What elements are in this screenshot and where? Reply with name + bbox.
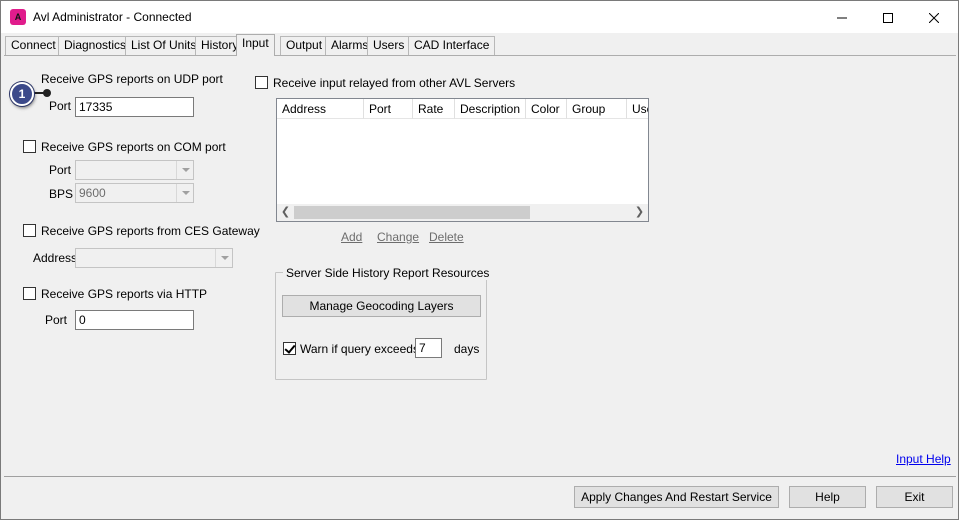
warn-checkbox[interactable] bbox=[283, 342, 296, 355]
http-port-label: Port bbox=[45, 313, 68, 327]
callout-badge: 1 bbox=[10, 82, 34, 106]
delete-link[interactable]: Delete bbox=[429, 230, 464, 244]
http-checkbox[interactable] bbox=[23, 287, 36, 300]
chevron-down-icon bbox=[215, 249, 232, 267]
history-resources-group bbox=[275, 272, 487, 380]
com-bps-value: 9600 bbox=[79, 186, 106, 200]
maximize-icon bbox=[883, 12, 893, 23]
com-bps-select[interactable]: 9600 bbox=[75, 183, 194, 203]
app-window: A Avl Administrator - Connected Connect … bbox=[0, 0, 959, 520]
relay-label: Receive input relayed from other AVL Ser… bbox=[273, 76, 516, 90]
app-icon: A bbox=[10, 9, 26, 25]
footer-divider bbox=[4, 476, 956, 477]
ces-address-select[interactable] bbox=[75, 248, 233, 268]
warn-unit: days bbox=[454, 342, 480, 356]
chevron-down-icon bbox=[176, 161, 193, 179]
http-port-input[interactable]: 0 bbox=[75, 310, 194, 330]
relay-checkbox[interactable] bbox=[255, 76, 268, 89]
ces-address-label: Address bbox=[33, 251, 78, 265]
scroll-right-icon[interactable]: ❯ bbox=[631, 204, 648, 221]
scroll-left-icon[interactable]: ❮ bbox=[277, 204, 294, 221]
http-label: Receive GPS reports via HTTP bbox=[41, 287, 208, 301]
tab-cad-interface[interactable]: CAD Interface bbox=[408, 36, 496, 55]
com-label: Receive GPS reports on COM port bbox=[41, 140, 226, 154]
exit-button[interactable]: Exit bbox=[876, 486, 953, 508]
tab-users[interactable]: Users bbox=[367, 36, 411, 55]
com-port-label: Port bbox=[49, 163, 72, 177]
close-icon bbox=[928, 12, 940, 24]
tab-connect[interactable]: Connect bbox=[5, 36, 62, 55]
minimize-button[interactable] bbox=[819, 1, 865, 33]
tab-diagnostics[interactable]: Diagnostics bbox=[58, 36, 133, 55]
com-port-select[interactable] bbox=[75, 160, 194, 180]
udp-port-label: Port bbox=[49, 99, 72, 113]
callout-dot bbox=[43, 89, 51, 97]
change-link[interactable]: Change bbox=[377, 230, 419, 244]
list-header: Address Port Rate Description Color Grou… bbox=[277, 99, 648, 119]
manage-geocoding-button[interactable]: Manage Geocoding Layers bbox=[282, 295, 481, 317]
column-port[interactable]: Port bbox=[364, 99, 413, 119]
column-rate[interactable]: Rate bbox=[413, 99, 455, 119]
column-address[interactable]: Address bbox=[277, 99, 364, 119]
window-title: Avl Administrator - Connected bbox=[33, 10, 192, 24]
ces-checkbox[interactable] bbox=[23, 224, 36, 237]
title-bar: A Avl Administrator - Connected bbox=[1, 1, 958, 33]
warn-label: Warn if query exceeds bbox=[300, 342, 419, 356]
tab-list-of-units[interactable]: List Of Units bbox=[125, 36, 203, 55]
apply-restart-button[interactable]: Apply Changes And Restart Service bbox=[574, 486, 779, 508]
com-checkbox[interactable] bbox=[23, 140, 36, 153]
column-description[interactable]: Description bbox=[455, 99, 526, 119]
com-bps-label: BPS bbox=[49, 187, 74, 201]
udp-port-input[interactable]: 17335 bbox=[75, 97, 194, 117]
udp-label: Receive GPS reports on UDP port bbox=[41, 72, 223, 86]
minimize-icon bbox=[837, 17, 847, 19]
add-link[interactable]: Add bbox=[341, 230, 362, 244]
group-title: Server Side History Report Resources bbox=[283, 266, 493, 280]
column-use[interactable]: Use bbox=[627, 99, 648, 119]
horizontal-scrollbar[interactable]: ❮ ❯ bbox=[277, 204, 648, 221]
help-button[interactable]: Help bbox=[789, 486, 866, 508]
column-group[interactable]: Group bbox=[567, 99, 627, 119]
ces-label: Receive GPS reports from CES Gateway bbox=[41, 224, 260, 238]
tab-output[interactable]: Output bbox=[280, 36, 329, 55]
column-color[interactable]: Color bbox=[526, 99, 567, 119]
close-button[interactable] bbox=[911, 1, 957, 33]
chevron-down-icon bbox=[176, 184, 193, 202]
relay-servers-list[interactable]: Address Port Rate Description Color Grou… bbox=[276, 98, 649, 222]
input-help-link[interactable]: Input Help bbox=[896, 452, 951, 466]
warn-days-input[interactable]: 7 bbox=[415, 338, 442, 358]
tab-input[interactable]: Input bbox=[236, 34, 275, 56]
scrollbar-thumb[interactable] bbox=[294, 206, 530, 219]
maximize-button[interactable] bbox=[865, 1, 911, 33]
